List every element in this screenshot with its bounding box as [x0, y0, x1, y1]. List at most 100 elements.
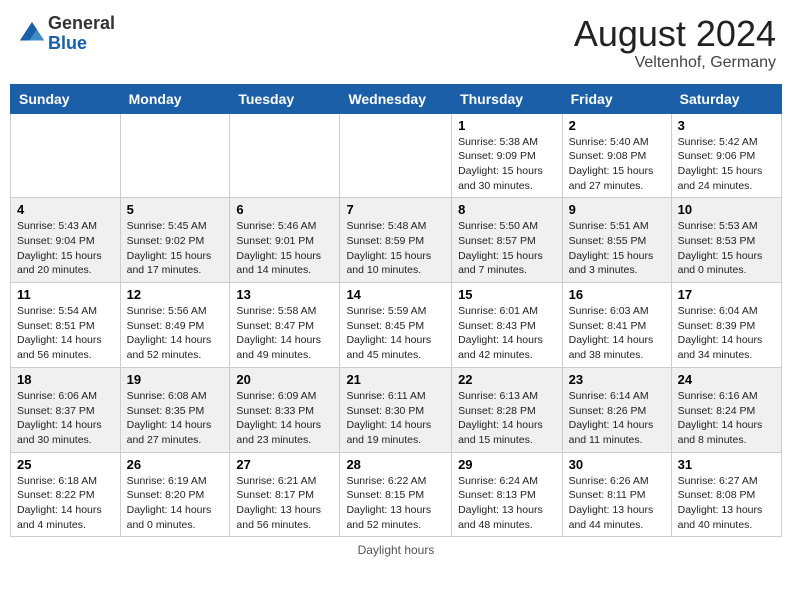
day-number: 27: [236, 457, 333, 472]
day-info: Sunrise: 6:22 AM Sunset: 8:15 PM Dayligh…: [346, 474, 445, 533]
calendar-day-cell: [120, 113, 230, 198]
day-info: Sunrise: 6:01 AM Sunset: 8:43 PM Dayligh…: [458, 304, 556, 363]
day-number: 12: [127, 287, 224, 302]
day-number: 7: [346, 202, 445, 217]
footer: Daylight hours: [10, 543, 782, 557]
calendar-day-cell: 3 Sunrise: 5:42 AM Sunset: 9:06 PM Daylig…: [671, 113, 781, 198]
logo-general-text: General: [48, 14, 115, 34]
logo-icon: [18, 20, 46, 48]
day-number: 22: [458, 372, 556, 387]
day-info: Sunrise: 6:09 AM Sunset: 8:33 PM Dayligh…: [236, 389, 333, 448]
day-info: Sunrise: 6:24 AM Sunset: 8:13 PM Dayligh…: [458, 474, 556, 533]
calendar-day-cell: 16Sunrise: 6:03 AM Sunset: 8:41 PM Dayli…: [562, 283, 671, 368]
day-info: Sunrise: 5:43 AM Sunset: 9:04 PM Dayligh…: [17, 219, 114, 278]
day-info: Sunrise: 6:14 AM Sunset: 8:26 PM Dayligh…: [569, 389, 665, 448]
day-info: Sunrise: 5:54 AM Sunset: 8:51 PM Dayligh…: [17, 304, 114, 363]
day-of-week-header: Tuesday: [230, 84, 340, 113]
calendar-week-row: 1 Sunrise: 5:38 AM Sunset: 9:09 PM Daylig…: [11, 113, 782, 198]
calendar-week-row: 11 Sunrise: 5:54 AM Sunset: 8:51 PM Dayli…: [11, 283, 782, 368]
day-info: Sunrise: 5:40 AM Sunset: 9:08 PM Dayligh…: [569, 135, 665, 194]
calendar-day-cell: 1 Sunrise: 5:38 AM Sunset: 9:09 PM Daylig…: [452, 113, 563, 198]
day-of-week-header: Wednesday: [340, 84, 452, 113]
calendar-table: SundayMondayTuesdayWednesdayThursdayFrid…: [10, 84, 782, 538]
day-number: 25: [17, 457, 114, 472]
day-number: 2: [569, 118, 665, 133]
day-info: Sunrise: 5:42 AM Sunset: 9:06 PM Dayligh…: [678, 135, 775, 194]
calendar-body: 1 Sunrise: 5:38 AM Sunset: 9:09 PM Daylig…: [11, 113, 782, 537]
day-info: Sunrise: 6:06 AM Sunset: 8:37 PM Dayligh…: [17, 389, 114, 448]
calendar-day-cell: 26 Sunrise: 6:19 AM Sunset: 8:20 PM Dayli…: [120, 452, 230, 537]
day-number: 15: [458, 287, 556, 302]
calendar-week-row: 25Sunrise: 6:18 AM Sunset: 8:22 PM Dayli…: [11, 452, 782, 537]
day-of-week-header: Sunday: [11, 84, 121, 113]
day-number: 11: [17, 287, 114, 302]
day-info: Sunrise: 6:03 AM Sunset: 8:41 PM Dayligh…: [569, 304, 665, 363]
header-row: SundayMondayTuesdayWednesdayThursdayFrid…: [11, 84, 782, 113]
day-info: Sunrise: 6:26 AM Sunset: 8:11 PM Dayligh…: [569, 474, 665, 533]
day-of-week-header: Monday: [120, 84, 230, 113]
calendar-day-cell: 9Sunrise: 5:51 AM Sunset: 8:55 PM Daylig…: [562, 198, 671, 283]
day-info: Sunrise: 6:21 AM Sunset: 8:17 PM Dayligh…: [236, 474, 333, 533]
day-number: 4: [17, 202, 114, 217]
calendar-day-cell: 24Sunrise: 6:16 AM Sunset: 8:24 PM Dayli…: [671, 367, 781, 452]
day-number: 3: [678, 118, 775, 133]
calendar-day-cell: [340, 113, 452, 198]
calendar-day-cell: 14 Sunrise: 5:59 AM Sunset: 8:45 PM Dayli…: [340, 283, 452, 368]
calendar-day-cell: 22Sunrise: 6:13 AM Sunset: 8:28 PM Dayli…: [452, 367, 563, 452]
day-info: Sunrise: 5:56 AM Sunset: 8:49 PM Dayligh…: [127, 304, 224, 363]
day-info: Sunrise: 5:58 AM Sunset: 8:47 PM Dayligh…: [236, 304, 333, 363]
day-number: 29: [458, 457, 556, 472]
day-info: Sunrise: 5:59 AM Sunset: 8:45 PM Dayligh…: [346, 304, 445, 363]
calendar-week-row: 18 Sunrise: 6:06 AM Sunset: 8:37 PM Dayli…: [11, 367, 782, 452]
day-number: 19: [127, 372, 224, 387]
day-info: Sunrise: 6:11 AM Sunset: 8:30 PM Dayligh…: [346, 389, 445, 448]
calendar-day-cell: 30 Sunrise: 6:26 AM Sunset: 8:11 PM Dayli…: [562, 452, 671, 537]
day-number: 20: [236, 372, 333, 387]
location-subtitle: Veltenhof, Germany: [574, 54, 776, 72]
calendar-day-cell: 2 Sunrise: 5:40 AM Sunset: 9:08 PM Daylig…: [562, 113, 671, 198]
calendar-day-cell: 28Sunrise: 6:22 AM Sunset: 8:15 PM Dayli…: [340, 452, 452, 537]
day-info: Sunrise: 5:53 AM Sunset: 8:53 PM Dayligh…: [678, 219, 775, 278]
day-number: 17: [678, 287, 775, 302]
footer-text: Daylight hours: [358, 543, 435, 557]
calendar-day-cell: 11 Sunrise: 5:54 AM Sunset: 8:51 PM Dayli…: [11, 283, 121, 368]
calendar-week-row: 4 Sunrise: 5:43 AM Sunset: 9:04 PM Daylig…: [11, 198, 782, 283]
day-number: 10: [678, 202, 775, 217]
title-section: August 2024 Veltenhof, Germany: [574, 14, 776, 72]
page-header: General Blue August 2024 Veltenhof, Germ…: [10, 10, 782, 76]
day-number: 23: [569, 372, 665, 387]
day-number: 30: [569, 457, 665, 472]
calendar-day-cell: 12 Sunrise: 5:56 AM Sunset: 8:49 PM Dayli…: [120, 283, 230, 368]
calendar-day-cell: [11, 113, 121, 198]
day-info: Sunrise: 5:38 AM Sunset: 9:09 PM Dayligh…: [458, 135, 556, 194]
calendar-day-cell: 27 Sunrise: 6:21 AM Sunset: 8:17 PM Dayli…: [230, 452, 340, 537]
calendar-day-cell: 10 Sunrise: 5:53 AM Sunset: 8:53 PM Dayli…: [671, 198, 781, 283]
day-number: 26: [127, 457, 224, 472]
day-number: 13: [236, 287, 333, 302]
day-info: Sunrise: 5:46 AM Sunset: 9:01 PM Dayligh…: [236, 219, 333, 278]
day-number: 1: [458, 118, 556, 133]
calendar-day-cell: 13 Sunrise: 5:58 AM Sunset: 8:47 PM Dayli…: [230, 283, 340, 368]
calendar-day-cell: 23 Sunrise: 6:14 AM Sunset: 8:26 PM Dayli…: [562, 367, 671, 452]
day-info: Sunrise: 5:51 AM Sunset: 8:55 PM Dayligh…: [569, 219, 665, 278]
day-info: Sunrise: 5:48 AM Sunset: 8:59 PM Dayligh…: [346, 219, 445, 278]
calendar-header: SundayMondayTuesdayWednesdayThursdayFrid…: [11, 84, 782, 113]
day-of-week-header: Thursday: [452, 84, 563, 113]
calendar-day-cell: 18 Sunrise: 6:06 AM Sunset: 8:37 PM Dayli…: [11, 367, 121, 452]
day-number: 18: [17, 372, 114, 387]
day-info: Sunrise: 6:27 AM Sunset: 8:08 PM Dayligh…: [678, 474, 775, 533]
calendar-day-cell: 29 Sunrise: 6:24 AM Sunset: 8:13 PM Dayli…: [452, 452, 563, 537]
calendar-day-cell: 15 Sunrise: 6:01 AM Sunset: 8:43 PM Dayli…: [452, 283, 563, 368]
calendar-day-cell: 19Sunrise: 6:08 AM Sunset: 8:35 PM Dayli…: [120, 367, 230, 452]
logo: General Blue: [16, 14, 115, 54]
calendar-day-cell: 5Sunrise: 5:45 AM Sunset: 9:02 PM Daylig…: [120, 198, 230, 283]
day-number: 31: [678, 457, 775, 472]
day-number: 14: [346, 287, 445, 302]
day-info: Sunrise: 5:45 AM Sunset: 9:02 PM Dayligh…: [127, 219, 224, 278]
day-info: Sunrise: 6:19 AM Sunset: 8:20 PM Dayligh…: [127, 474, 224, 533]
calendar-day-cell: 17Sunrise: 6:04 AM Sunset: 8:39 PM Dayli…: [671, 283, 781, 368]
calendar-day-cell: 31 Sunrise: 6:27 AM Sunset: 8:08 PM Dayli…: [671, 452, 781, 537]
calendar-day-cell: 8Sunrise: 5:50 AM Sunset: 8:57 PM Daylig…: [452, 198, 563, 283]
logo-blue-text: Blue: [48, 34, 115, 54]
month-year-title: August 2024: [574, 14, 776, 54]
